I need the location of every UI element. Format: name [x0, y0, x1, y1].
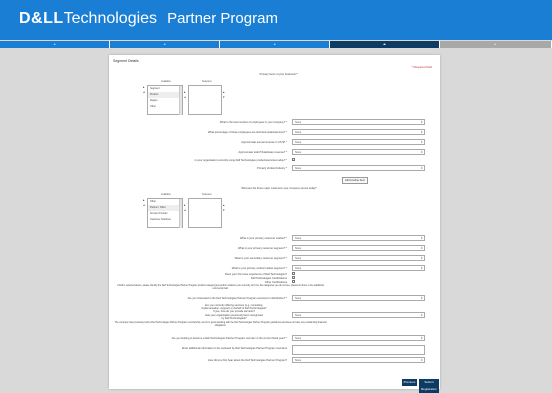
q-fiscal-year-label: Are you looking to become a Dell Technol…	[171, 337, 287, 340]
q-distribution-label: Are you interested in the Dell Technolog…	[187, 297, 287, 300]
it-revenue-select[interactable]: None ⇕	[292, 149, 425, 155]
q-additional-info-label: Enter additional information to be revie…	[181, 347, 287, 350]
listbox1-left-arrows[interactable]: ▸ ◂	[143, 85, 145, 95]
listbox2-scrollbar[interactable]	[179, 199, 182, 228]
membership-statement: The company has previously held a Dell T…	[114, 322, 327, 328]
listbox2-left-arrows[interactable]: ▸ ◂	[143, 198, 145, 208]
q-recognised-line2: by Dell Technologies?	[221, 317, 247, 320]
additional-info-textarea[interactable]	[292, 345, 425, 355]
listbox1-order-arrows[interactable]: ▴ ▾	[223, 90, 225, 100]
program-title: Partner Program	[167, 10, 278, 27]
dell-logo-suffix: Technologies	[63, 10, 158, 27]
c-dell-cert-label: Dell Technologies Certifications	[251, 277, 287, 280]
dell-logo: D&LL	[19, 10, 64, 27]
q-it-revenue-label: Approximate total IT/Hardware revenue? *	[238, 151, 287, 154]
listbox1-scrollbar[interactable]	[179, 86, 182, 115]
experience-checkbox[interactable]	[292, 272, 295, 275]
listbox2-selected-head: Selected	[202, 193, 212, 196]
list-item[interactable]: Other	[148, 104, 182, 110]
progress-stepper: ◂ ◂ ◂ ◂▸ ▸	[0, 41, 552, 48]
other-cert-checkbox[interactable]	[292, 280, 295, 283]
q-services-line3: If yes, how do you provide services?	[213, 310, 255, 313]
q-employees-label: What is the total number of employees in…	[219, 121, 287, 124]
dell-cert-checkbox[interactable]	[292, 276, 295, 279]
q-revenue-label: Approximate annual revenue in US $? *	[241, 141, 287, 144]
technical-select[interactable]: None ⇕	[292, 129, 425, 135]
q-customer-market-label: What is your primary customer market? *	[240, 237, 287, 240]
step-2[interactable]: ◂	[110, 41, 220, 48]
fiscal-year-select[interactable]: None ⇕	[292, 335, 425, 341]
listbox2-available-head: Available	[161, 193, 171, 196]
brand: D&LLTechnologies Partner Program	[19, 10, 278, 28]
c-experience-label: Does your firm have experience of Dell T…	[225, 273, 287, 276]
listbox1-available-head: Available	[161, 80, 171, 83]
step-5: ▸	[440, 41, 552, 48]
q-vertical-market-label: What is your primary vertical market seg…	[231, 267, 287, 270]
q-technical-label: What percentage of these employees are t…	[207, 131, 287, 134]
listbox1-selected-head: Selected	[202, 80, 212, 83]
revenue-select[interactable]: None ⇕	[292, 139, 425, 145]
q-using-dell-label: Is your organisation currently using Del…	[194, 159, 287, 162]
listbox2-selected[interactable]	[188, 198, 222, 228]
vertical-select[interactable]: None ⇕	[292, 165, 425, 171]
listbox2-order-arrows[interactable]: ▴ ▾	[223, 203, 225, 213]
primary-focus-label: Primary focus of your business? *	[259, 73, 299, 76]
q-vertical-label: Primary Vertical Industry *	[257, 167, 287, 170]
top-header: D&LLTechnologies Partner Program	[0, 0, 552, 40]
step-4-current[interactable]: ◂▸	[330, 41, 440, 48]
using-dell-checkbox[interactable]	[292, 158, 295, 161]
submit-registration-button[interactable]: Submit Registration	[419, 379, 439, 393]
list-item[interactable]: Customer Solutions	[148, 217, 182, 223]
customers-label: What are the three major customers your …	[241, 187, 317, 190]
listbox2-move-arrows[interactable]: ▸ ◂	[184, 203, 186, 213]
q-primary-segment-label: What is your primary customer segment? *	[237, 247, 287, 250]
vertical-market-select[interactable]: None ⇕	[292, 265, 425, 271]
q-secondary-segment-label: What is your secondary customer segment?…	[234, 257, 287, 260]
primary-segment-select[interactable]: None ⇕	[292, 245, 425, 251]
recognised-select[interactable]: None ⇕	[292, 312, 425, 318]
step-3[interactable]: ◂	[220, 41, 330, 48]
customer-market-select[interactable]: None ⇕	[292, 235, 425, 241]
add-item-button[interactable]: Add Another Item	[342, 177, 368, 184]
listbox1-move-arrows[interactable]: ▸ ◂	[184, 90, 186, 100]
certification-note: If Dell is selected above, please identi…	[117, 285, 324, 291]
employees-select[interactable]: None ⇕	[292, 119, 425, 125]
step-1[interactable]: ◂	[0, 41, 110, 48]
c-other-cert-label: Other Certifications	[264, 281, 287, 284]
listbox1-selected[interactable]	[188, 85, 222, 115]
segment-details-form: Segment Details * Required field Primary…	[109, 55, 440, 393]
q-hear-about-label: How did you first hear about the Dell Te…	[208, 359, 287, 362]
secondary-segment-select[interactable]: None ⇕	[292, 255, 425, 261]
required-note: * Required field	[411, 65, 432, 69]
listbox2-available[interactable]: Other Partner / Other Service Provider C…	[147, 198, 183, 228]
previous-button[interactable]: Previous	[402, 379, 417, 386]
listbox1-available[interactable]: Segment Product Region Other	[147, 85, 183, 115]
form-title: Segment Details	[113, 59, 139, 63]
distribution-select[interactable]: None ⇕	[292, 295, 425, 301]
hear-about-select[interactable]: None ⇕	[292, 357, 425, 363]
